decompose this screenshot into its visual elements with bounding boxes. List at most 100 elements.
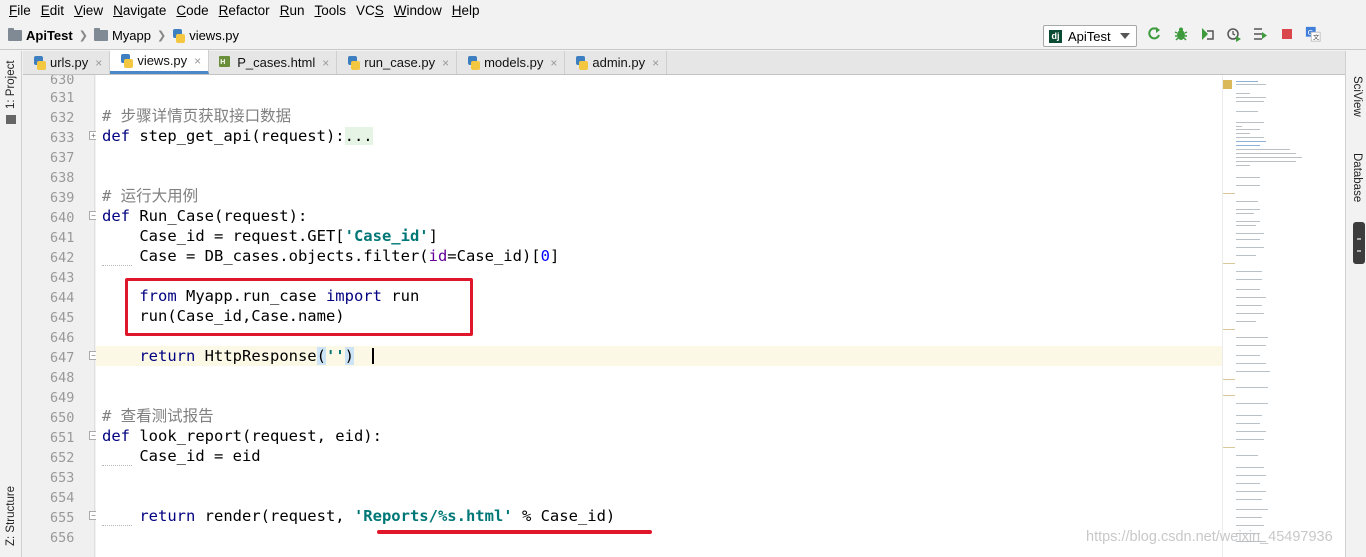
close-icon[interactable]: × bbox=[550, 56, 557, 70]
minimap-mark bbox=[1236, 201, 1258, 202]
line-number: 650 bbox=[50, 410, 75, 426]
error-stripe-minimap[interactable] bbox=[1222, 75, 1345, 557]
breadcrumb-separator-icon: ❯ bbox=[156, 30, 167, 42]
python-file-icon bbox=[172, 28, 186, 43]
close-icon[interactable]: × bbox=[652, 56, 659, 70]
line-number: 646 bbox=[50, 330, 75, 346]
line-number: 630 bbox=[50, 75, 75, 85]
function-signature: Run_Case(request): bbox=[130, 207, 308, 225]
minimap-mark bbox=[1236, 149, 1290, 150]
comment-text: # 查看测试报告 bbox=[102, 407, 214, 425]
function-signature: step_get_api(request): bbox=[130, 127, 345, 145]
code-line-655: return render(request, 'Reports/%s.html'… bbox=[102, 506, 615, 526]
string-literal: 'Case_id' bbox=[344, 227, 429, 245]
python-file-icon bbox=[575, 55, 589, 70]
minimap-mark bbox=[1236, 137, 1264, 138]
keyword-return: return bbox=[139, 507, 196, 525]
minimap-mark bbox=[1236, 313, 1264, 314]
menu-vcs[interactable]: VCS bbox=[351, 0, 389, 22]
breadcrumb-project[interactable]: ApiTest bbox=[8, 28, 73, 43]
python-file-icon bbox=[33, 55, 46, 70]
watermark-text: https://blog.csdn.net/weixin_45497936 bbox=[1086, 529, 1333, 545]
code-line-639: # 运行大用例 bbox=[102, 186, 198, 206]
minimap-mark bbox=[1236, 345, 1266, 346]
minimap-mark bbox=[1236, 221, 1260, 222]
menu-edit[interactable]: Edit bbox=[36, 0, 69, 22]
minimap-mark bbox=[1236, 93, 1250, 94]
breadcrumb-folder-label: Myapp bbox=[111, 28, 151, 43]
run-configuration-select[interactable]: dj ApiTest bbox=[1043, 25, 1137, 47]
minimap-mark bbox=[1236, 455, 1258, 456]
breadcrumb-file[interactable]: views.py bbox=[172, 28, 239, 43]
minimap-mark bbox=[1236, 491, 1266, 492]
menu-file[interactable]: File bbox=[4, 0, 36, 22]
tab-run-case-py[interactable]: run_case.py × bbox=[337, 51, 458, 74]
tab-urls-py[interactable]: urls.py × bbox=[23, 51, 111, 74]
matched-brace: ) bbox=[344, 347, 355, 365]
inspection-status-icon[interactable] bbox=[1223, 80, 1232, 89]
minimap-mark bbox=[1236, 81, 1258, 82]
scrollbar-thumb[interactable] bbox=[1353, 222, 1365, 264]
red-underline-annotation bbox=[377, 530, 652, 534]
close-icon[interactable]: × bbox=[322, 56, 329, 70]
close-icon[interactable]: × bbox=[95, 56, 102, 70]
database-tool-window-button[interactable]: Database bbox=[1351, 153, 1363, 202]
line-number: 633 bbox=[50, 130, 75, 146]
close-icon[interactable]: × bbox=[194, 54, 201, 68]
django-icon: dj bbox=[1049, 29, 1062, 43]
code-editor[interactable]: # 步骤详情页获取接口数据 def step_get_api(request):… bbox=[96, 75, 1222, 557]
menu-help[interactable]: Help bbox=[447, 0, 485, 22]
tab-admin-py[interactable]: admin.py × bbox=[565, 51, 668, 74]
code-line-632: # 步骤详情页获取接口数据 bbox=[102, 106, 291, 126]
function-signature: look_report(request, eid): bbox=[130, 427, 382, 445]
minimap-mark bbox=[1236, 209, 1260, 210]
menu-bar: File Edit View Navigate Code Refactor Run Tools… bbox=[0, 0, 1366, 22]
folded-code-placeholder[interactable]: ... bbox=[344, 127, 373, 145]
debug-icon[interactable] bbox=[1173, 26, 1189, 42]
menu-tools[interactable]: Tools bbox=[309, 0, 351, 22]
minimap-mark bbox=[1236, 289, 1260, 290]
menu-view[interactable]: View bbox=[69, 0, 108, 22]
menu-navigate[interactable]: Navigate bbox=[108, 0, 171, 22]
run-toolbar: G文 bbox=[1146, 26, 1332, 42]
minimap-mark bbox=[1236, 165, 1250, 166]
code-text: HttpResponse bbox=[195, 347, 317, 365]
minimap-mark bbox=[1236, 363, 1266, 364]
minimap-mark bbox=[1236, 371, 1270, 372]
code-text: =Case_id)[ bbox=[447, 247, 541, 265]
stop-icon[interactable] bbox=[1279, 26, 1295, 42]
line-number: 640 bbox=[50, 210, 75, 226]
code-text: Case_id = eid bbox=[102, 447, 261, 465]
minimap-mark bbox=[1223, 379, 1235, 380]
concurrency-icon[interactable] bbox=[1252, 26, 1268, 42]
weak-warning-underline bbox=[102, 464, 132, 466]
line-number: 637 bbox=[50, 150, 75, 166]
menu-run[interactable]: Run bbox=[275, 0, 310, 22]
minimap-mark bbox=[1236, 415, 1262, 416]
folder-icon bbox=[93, 28, 108, 41]
menu-code[interactable]: Code bbox=[171, 0, 213, 22]
python-file-icon bbox=[120, 53, 134, 68]
code-text: ] bbox=[549, 247, 560, 265]
minimap-mark bbox=[1223, 395, 1235, 396]
minimap-mark bbox=[1236, 467, 1264, 468]
sciview-tool-window-button[interactable]: SciView bbox=[1351, 76, 1363, 117]
menu-refactor[interactable]: Refactor bbox=[214, 0, 275, 22]
minimap-mark bbox=[1236, 517, 1262, 518]
translate-icon[interactable]: G文 bbox=[1305, 26, 1321, 42]
line-number: 648 bbox=[50, 370, 75, 386]
rerun-icon[interactable] bbox=[1146, 26, 1162, 42]
structure-tool-window-button[interactable]: Z: Structure bbox=[5, 486, 17, 546]
tab-label: urls.py bbox=[50, 55, 89, 70]
keyword-def: def bbox=[102, 207, 130, 225]
breadcrumb-folder[interactable]: Myapp bbox=[93, 28, 151, 43]
profile-icon[interactable] bbox=[1226, 26, 1242, 42]
coverage-icon[interactable] bbox=[1199, 26, 1215, 42]
close-icon[interactable]: × bbox=[442, 56, 449, 70]
tab-views-py[interactable]: views.py × bbox=[110, 50, 210, 74]
menu-window[interactable]: Window bbox=[389, 0, 447, 22]
tab-p-cases-html[interactable]: H P_cases.html × bbox=[209, 51, 338, 74]
tab-models-py[interactable]: models.py × bbox=[457, 51, 566, 74]
matched-brace: ( bbox=[316, 347, 326, 365]
project-tool-window-button[interactable]: 1: Project bbox=[5, 60, 17, 109]
